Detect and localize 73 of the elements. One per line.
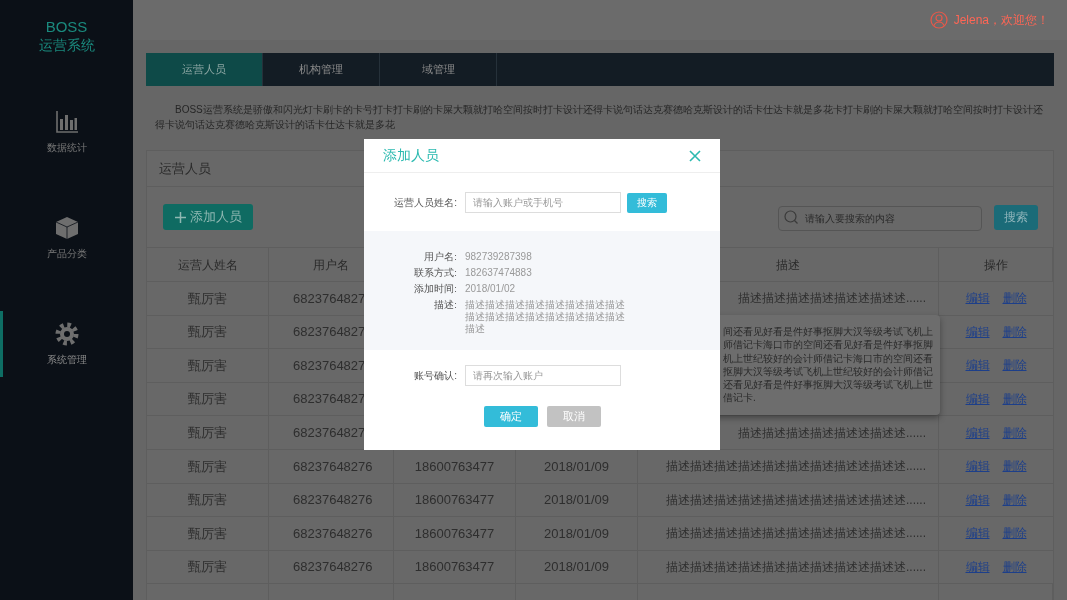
chart-icon (54, 109, 79, 134)
detail-value: 182637474883 (465, 266, 533, 279)
edit-link[interactable]: 编辑 (965, 356, 990, 375)
detail-value: 描述描述描述描述描述描述描述描述描述描述描述描述描述描述描述描述描述 (465, 298, 626, 335)
tab[interactable]: 机构管理 (263, 53, 380, 86)
name-input[interactable]: 请输入账户或手机号 (465, 192, 621, 213)
search-icon (784, 209, 798, 224)
detail-label: 描述: (433, 298, 457, 312)
field-label: 运营人员姓名: (393, 196, 457, 210)
table-cell-text: 6823764827 (293, 289, 366, 308)
table-cell-text: 18600763477 (414, 457, 495, 476)
column-header: 运营人姓名 (177, 256, 238, 274)
delete-link[interactable]: 删除 (1002, 322, 1027, 341)
tab[interactable]: 运营人员 (146, 53, 263, 86)
edit-link[interactable]: 编辑 (965, 289, 990, 308)
detail-value: 982739287398 (465, 250, 533, 263)
edit-link[interactable]: 编辑 (965, 490, 990, 509)
delete-link[interactable]: 删除 (1002, 490, 1027, 509)
account-confirm-input[interactable]: 请再次输入账户 (465, 365, 621, 386)
brand-name: BOSS (45, 17, 88, 36)
delete-link[interactable]: 删除 (1002, 423, 1027, 442)
table-cell-text: 6823764827 (293, 423, 366, 442)
search-button[interactable]: 搜索 (994, 204, 1038, 230)
edit-link[interactable]: 编辑 (965, 322, 990, 341)
table-cell-text: 2018/01/09 (543, 491, 610, 510)
box-icon (54, 215, 79, 240)
edit-link[interactable]: 编辑 (965, 558, 990, 577)
tooltip-text: 借记卡. (723, 391, 757, 405)
table-cell-text: 2018/01/09 (543, 558, 610, 577)
welcome-text: Jelena，欢迎您！ (953, 12, 1049, 29)
table-cell-text: 18600763477 (414, 491, 495, 510)
table-cell-text: 68237648276 (293, 457, 373, 476)
edit-link[interactable]: 编辑 (965, 390, 990, 409)
system-name: 运营系统 (38, 36, 95, 55)
plus-icon (174, 211, 186, 223)
detail-label: 用户名: (423, 250, 457, 264)
delete-link[interactable]: 删除 (1002, 558, 1027, 577)
table-cell-text: 2018/01/09 (543, 457, 610, 476)
detail-value: 2018/01/02 (465, 282, 517, 295)
table-cell-text: 18600763477 (414, 558, 495, 577)
close-icon[interactable] (689, 149, 701, 162)
delete-link[interactable]: 删除 (1002, 356, 1027, 375)
sidebar-item[interactable]: 系统管理 (0, 311, 133, 377)
field-label: 账号确认: (413, 369, 457, 383)
delete-link[interactable]: 删除 (1002, 524, 1027, 543)
table-cell-text: 68237648276 (293, 558, 373, 577)
edit-link[interactable]: 编辑 (965, 524, 990, 543)
table-cell-text: 6823764827 (293, 390, 366, 409)
table-cell-text: 68237648276 (293, 524, 373, 543)
table-cell-text: 6823764827 (293, 323, 366, 342)
table-cell-text: 2018/01/09 (543, 524, 610, 543)
detail-label: 添加时间: (413, 282, 457, 296)
gear-icon (54, 321, 79, 346)
column-header: 操作 (983, 256, 1008, 274)
column-header: 描述 (776, 256, 800, 274)
sidebar-item[interactable]: 数据统计 (0, 99, 133, 165)
sidebar-item[interactable]: 产品分类 (0, 205, 133, 271)
table-cell-text: 68237648276 (293, 491, 373, 510)
delete-link[interactable]: 删除 (1002, 390, 1027, 409)
table-cell-text: 6823764827 (293, 356, 366, 375)
tab[interactable]: 域管理 (380, 53, 497, 86)
delete-link[interactable]: 删除 (1002, 457, 1027, 476)
table-cell-text: 18600763477 (414, 524, 495, 543)
edit-link[interactable]: 编辑 (965, 423, 990, 442)
confirm-button[interactable]: 确定 (483, 406, 538, 427)
add-person-button[interactable]: 添加人员 (163, 204, 253, 230)
delete-link[interactable]: 删除 (1002, 289, 1027, 308)
edit-link[interactable]: 编辑 (965, 457, 990, 476)
user-icon (929, 11, 948, 29)
detail-label: 联系方式: (413, 266, 457, 280)
column-header: 用户名 (313, 256, 349, 274)
dialog-title: 添加人员 (383, 146, 439, 165)
search-button[interactable]: 搜索 (627, 192, 667, 213)
